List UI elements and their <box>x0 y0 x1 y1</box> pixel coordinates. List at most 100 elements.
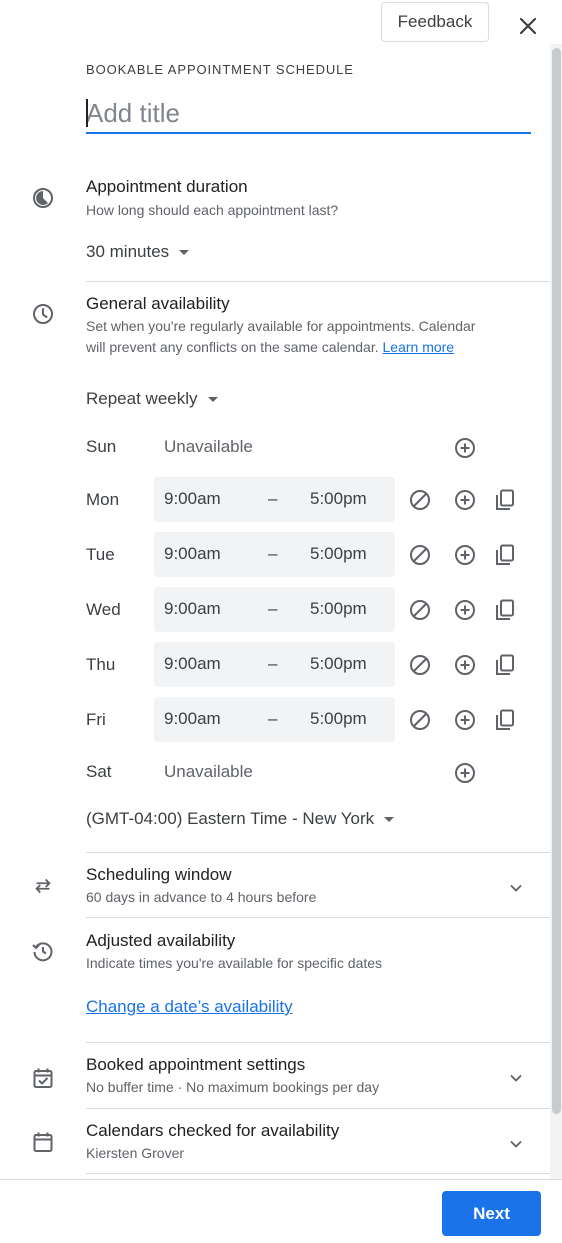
calendars-checked-subtitle: Kiersten Grover <box>86 1145 185 1161</box>
start-time[interactable]: 9:00am <box>164 599 221 619</box>
booked-settings-subtitle: No buffer time · No maximum bookings per… <box>86 1079 380 1095</box>
copy-times-button[interactable] <box>492 487 518 513</box>
next-button[interactable]: Next <box>442 1191 541 1236</box>
dropdown-arrow-icon <box>207 396 218 402</box>
duration-dropdown[interactable]: 30 minutes <box>86 242 190 262</box>
schedule-kind-label: BOOKABLE APPOINTMENT SCHEDULE <box>86 62 354 77</box>
scrollbar-thumb[interactable] <box>552 48 561 1114</box>
divider <box>86 917 550 918</box>
time-range[interactable]: 9:00am – 5:00pm <box>154 532 395 577</box>
range-dash: – <box>268 709 278 728</box>
repeat-value: Repeat weekly <box>86 389 198 408</box>
history-icon <box>30 938 56 964</box>
close-button[interactable] <box>512 10 544 42</box>
start-time[interactable]: 9:00am <box>164 654 221 674</box>
booked-settings-title: Booked appointment settings <box>86 1055 306 1074</box>
copy-icon <box>496 709 514 730</box>
end-time[interactable]: 5:00pm <box>310 599 367 619</box>
add-circle-icon <box>455 438 475 458</box>
time-range[interactable]: 9:00am – 5:00pm <box>154 587 395 632</box>
feedback-button[interactable]: Feedback <box>381 2 489 42</box>
divider <box>86 281 550 282</box>
block-icon <box>410 710 430 730</box>
copy-icon <box>496 489 514 510</box>
chevron-down-icon <box>510 884 522 892</box>
availability-subtitle-line1: Set when you're regularly available for … <box>86 318 476 334</box>
duration-title: Appointment duration <box>86 177 248 196</box>
end-time[interactable]: 5:00pm <box>310 709 367 729</box>
range-dash: – <box>268 654 278 673</box>
block-icon <box>410 545 430 565</box>
mark-unavailable-button[interactable] <box>407 707 433 733</box>
duration-subtitle: How long should each appointment last? <box>86 202 339 218</box>
event-available-icon <box>30 1065 56 1091</box>
dropdown-arrow-icon <box>384 816 395 822</box>
day-label: Wed <box>86 600 121 619</box>
mark-unavailable-button[interactable] <box>407 542 433 568</box>
expand-booked-settings[interactable] <box>504 1066 528 1090</box>
day-label: Tue <box>86 545 115 564</box>
duration-icon <box>30 185 56 211</box>
timezone-value: (GMT-04:00) Eastern Time - New York <box>86 809 375 828</box>
divider <box>86 1108 550 1109</box>
block-icon <box>410 490 430 510</box>
copy-times-button[interactable] <box>492 707 518 733</box>
add-time-button[interactable] <box>452 760 478 786</box>
copy-times-button[interactable] <box>492 542 518 568</box>
repeat-dropdown[interactable]: Repeat weekly <box>86 389 218 409</box>
end-time[interactable]: 5:00pm <box>310 544 367 564</box>
copy-times-button[interactable] <box>492 597 518 623</box>
availability-title: General availability <box>86 294 230 313</box>
scheduling-window-subtitle: 60 days in advance to 4 hours before <box>86 889 317 905</box>
time-range[interactable]: 9:00am – 5:00pm <box>154 697 395 742</box>
add-time-button[interactable] <box>452 707 478 733</box>
copy-icon <box>496 654 514 675</box>
block-icon <box>410 600 430 620</box>
add-time-button[interactable] <box>452 597 478 623</box>
start-time[interactable]: 9:00am <box>164 544 221 564</box>
mark-unavailable-button[interactable] <box>407 487 433 513</box>
close-icon <box>519 17 537 35</box>
mark-unavailable-button[interactable] <box>407 652 433 678</box>
copy-times-button[interactable] <box>492 652 518 678</box>
unavailable-text: Unavailable <box>164 437 253 456</box>
copy-icon <box>496 599 514 620</box>
time-range[interactable]: 9:00am – 5:00pm <box>154 642 395 687</box>
time-range[interactable]: 9:00am – 5:00pm <box>154 477 395 522</box>
add-time-button[interactable] <box>452 435 478 461</box>
day-label: Mon <box>86 490 120 509</box>
title-input[interactable] <box>86 94 531 134</box>
dropdown-arrow-icon <box>179 249 190 255</box>
add-time-button[interactable] <box>452 487 478 513</box>
mark-unavailable-button[interactable] <box>407 597 433 623</box>
text-caret <box>86 99 88 127</box>
divider <box>86 1173 550 1174</box>
divider <box>86 1042 550 1043</box>
add-time-button[interactable] <box>452 652 478 678</box>
start-time[interactable]: 9:00am <box>164 489 221 509</box>
unavailable-text: Unavailable <box>164 762 253 781</box>
availability-subtitle-line2: will prevent any conflicts on the same c… <box>86 337 454 358</box>
chevron-down-icon <box>510 1074 522 1082</box>
range-dash: – <box>268 489 278 508</box>
swap-horiz-icon <box>30 873 56 899</box>
adjusted-availability-subtitle: Indicate times you're available for spec… <box>86 955 383 971</box>
footer-divider <box>0 1179 562 1180</box>
expand-scheduling-window[interactable] <box>504 876 528 900</box>
start-time[interactable]: 9:00am <box>164 709 221 729</box>
end-time[interactable]: 5:00pm <box>310 654 367 674</box>
change-date-availability-link[interactable]: Change a date’s availability <box>86 997 293 1017</box>
range-dash: – <box>268 599 278 618</box>
day-label: Fri <box>86 710 106 729</box>
divider <box>86 852 550 853</box>
learn-more-link[interactable]: Learn more <box>383 339 455 355</box>
add-circle-icon <box>455 763 475 783</box>
copy-icon <box>496 544 514 565</box>
add-circle-icon <box>455 655 475 675</box>
calendars-checked-title: Calendars checked for availability <box>86 1121 340 1140</box>
add-time-button[interactable] <box>452 542 478 568</box>
timezone-dropdown[interactable]: (GMT-04:00) Eastern Time - New York <box>86 809 395 829</box>
end-time[interactable]: 5:00pm <box>310 489 367 509</box>
availability-subtitle-text: will prevent any conflicts on the same c… <box>86 339 379 355</box>
expand-calendars-checked[interactable] <box>504 1132 528 1156</box>
